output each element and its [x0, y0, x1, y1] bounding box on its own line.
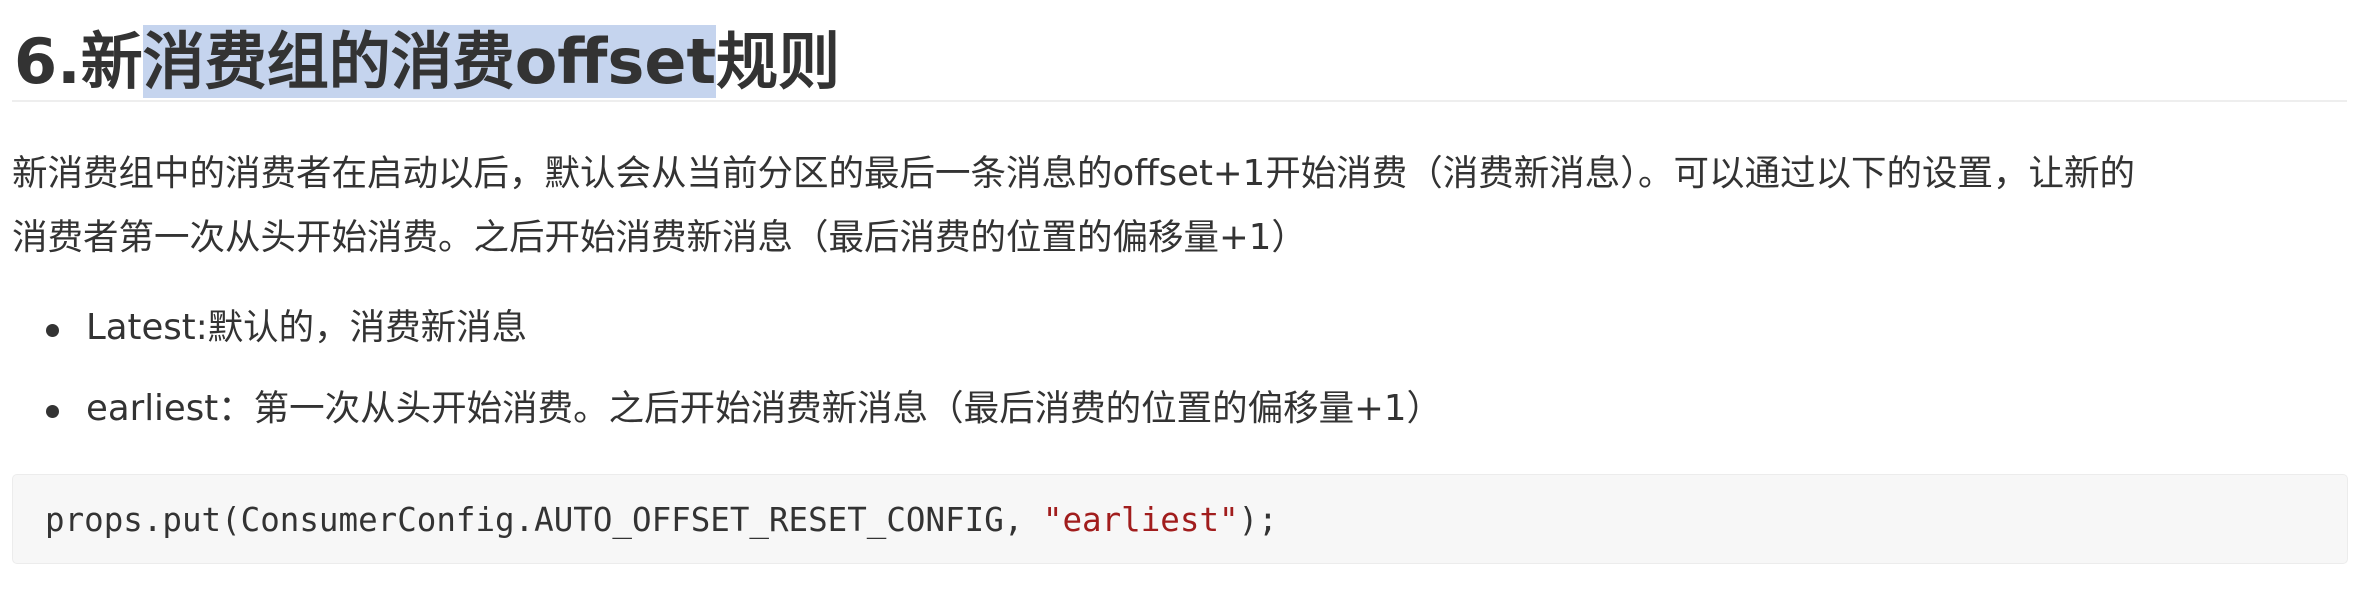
paragraph-line-1: 新消费组中的消费者在启动以后，默认会从当前分区的最后一条消息的offset+1开…: [12, 153, 2136, 194]
document-page: 6.新消费组的消费offset规则 新消费组中的消费者在启动以后，默认会从当前分…: [0, 0, 2363, 596]
code-line: props.put(ConsumerConfig.AUTO_OFFSET_RES…: [45, 475, 1278, 565]
paragraph-line-2: 消费者第一次从头开始消费。之后开始消费新消息（最后消费的位置的偏移量+1）: [12, 217, 1307, 258]
code-block: props.put(ConsumerConfig.AUTO_OFFSET_RES…: [12, 474, 2348, 564]
section-heading: 6.新消费组的消费offset规则: [14, 20, 840, 104]
bullet-dot-icon: [46, 405, 59, 418]
heading-divider: [12, 100, 2347, 102]
heading-suffix: 规则: [716, 25, 841, 98]
heading-prefix: 6.新: [14, 25, 143, 98]
heading-highlighted-selection[interactable]: 消费组的消费offset: [142, 25, 717, 98]
description-paragraph: 新消费组中的消费者在启动以后，默认会从当前分区的最后一条消息的offset+1开…: [12, 142, 2352, 270]
code-prefix: props.put(ConsumerConfig.AUTO_OFFSET_RES…: [45, 501, 1043, 539]
code-string-literal: "earliest": [1042, 501, 1239, 539]
list-item-text: earliest：第一次从头开始消费。之后开始消费新消息（最后消费的位置的偏移量…: [86, 388, 1443, 429]
bullet-dot-icon: [46, 324, 59, 337]
code-suffix: );: [1238, 501, 1278, 539]
list-item-text: Latest:默认的，消费新消息: [86, 307, 528, 348]
